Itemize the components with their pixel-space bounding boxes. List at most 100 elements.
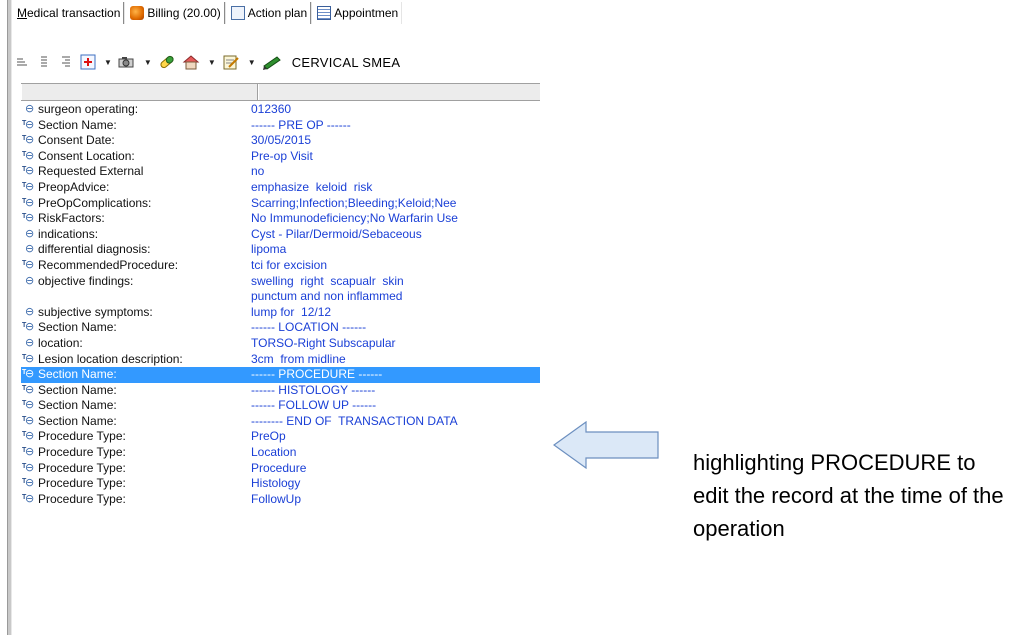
field-value: No Immunodeficiency;No Warfarin Use xyxy=(251,211,458,226)
grid-row[interactable]: T ⊖ Section Name: ------ HISTOLOGY ------ xyxy=(21,383,540,399)
field-value: swelling right scapualr skin punctum and… xyxy=(251,273,404,304)
referral-dropdown[interactable]: ▼ xyxy=(208,58,216,67)
field-icon: ⊖ xyxy=(25,243,35,256)
grid-row[interactable]: T ⊖ Lesion location description: 3cm from m… xyxy=(21,352,540,368)
field-name: Procedure Type: xyxy=(38,491,126,506)
grid-row[interactable]: T ⊖ Requested External no xyxy=(21,164,540,180)
prescribe-button[interactable] xyxy=(158,52,176,72)
appointment-icon xyxy=(317,6,332,20)
transaction-grid[interactable]: ⊖ surgeon operating: 012360 T ⊖ Section Name:… xyxy=(21,83,540,635)
grid-row[interactable]: T ⊖ RecommendedProcedure: tci for excision xyxy=(21,258,540,274)
template-field-icon: T ⊖ xyxy=(22,399,35,412)
field-value: PreOp xyxy=(251,429,286,444)
template-field-icon: T ⊖ xyxy=(22,180,35,193)
field-name: Procedure Type: xyxy=(38,445,126,460)
grid-header-value-column[interactable] xyxy=(258,84,539,100)
field-name: Consent Location: xyxy=(38,148,135,163)
edit-button[interactable] xyxy=(262,52,282,72)
field-value: lump for 12/12 xyxy=(251,304,332,319)
tab-appointment-label: Appointmen xyxy=(334,6,399,20)
tab-billing-label: Billing (20.00) xyxy=(147,6,221,20)
template-field-icon: T ⊖ xyxy=(22,414,35,427)
add-item-dropdown[interactable]: ▼ xyxy=(104,58,112,67)
grid-row[interactable]: T ⊖ Consent Location: Pre-op Visit xyxy=(21,149,540,165)
grid-row[interactable]: ⊖ subjective symptoms: lump for 12/12 xyxy=(21,305,540,321)
template-field-icon: T ⊖ xyxy=(22,258,35,271)
template-field-icon: T ⊖ xyxy=(22,383,35,396)
align-left-button[interactable] xyxy=(14,52,30,72)
billing-icon xyxy=(130,6,145,20)
grid-row[interactable]: T ⊖ Section Name: ------ PRE OP ------ xyxy=(21,118,540,134)
field-icon: ⊖ xyxy=(25,227,35,240)
field-value: ------ PROCEDURE ------ xyxy=(251,367,383,382)
tab-bar: Medical transaction Billing (20.00) Acti… xyxy=(14,0,540,26)
house-icon xyxy=(182,55,200,70)
grid-row[interactable]: T ⊖ Section Name: ------ FOLLOW UP ------ xyxy=(21,398,540,414)
tab-billing[interactable]: Billing (20.00) xyxy=(127,2,225,24)
field-name: PreOpComplications: xyxy=(38,195,152,210)
field-value: TORSO-Right Subscapular xyxy=(251,335,396,350)
scan-dropdown[interactable]: ▼ xyxy=(144,58,152,67)
grid-row[interactable]: ⊖ objective findings: swelling right scapu… xyxy=(21,274,540,305)
field-name: Procedure Type: xyxy=(38,460,126,475)
grid-row[interactable]: ⊖ location: TORSO-Right Subscapular xyxy=(21,336,540,352)
tab-appointment[interactable]: Appointmen xyxy=(314,2,401,24)
field-value: Procedure xyxy=(251,460,307,475)
template-field-icon: T ⊖ xyxy=(22,196,35,209)
field-icon: ⊖ xyxy=(25,336,35,349)
grid-row[interactable]: T ⊖ Procedure Type: FollowUp xyxy=(21,492,540,508)
field-icon: ⊖ xyxy=(25,103,35,115)
template-field-icon: T ⊖ xyxy=(22,446,35,459)
scan-button[interactable] xyxy=(118,52,136,72)
referral-button[interactable] xyxy=(182,52,200,72)
action-plan-icon xyxy=(230,6,245,20)
field-value: ------ PRE OP ------ xyxy=(251,117,351,132)
grid-row[interactable]: ⊖ surgeon operating: 012360 xyxy=(21,102,540,118)
field-value: Cyst - Pilar/Dermoid/Sebaceous xyxy=(251,226,422,241)
grid-row[interactable]: ⊖ indications: Cyst - Pilar/Dermoid/Sebace… xyxy=(21,227,540,243)
align-center-button[interactable] xyxy=(36,52,52,72)
field-name: Lesion location description: xyxy=(38,351,183,366)
tab-action-plan[interactable]: Action plan xyxy=(228,2,312,24)
field-name: Procedure Type: xyxy=(38,429,126,444)
field-name: Section Name: xyxy=(38,117,117,132)
grid-row[interactable]: T ⊖ PreOpComplications: Scarring;Infection;… xyxy=(21,196,540,212)
grid-row[interactable]: ⊖ differential diagnosis: lipoma xyxy=(21,242,540,258)
grid-row[interactable]: T ⊖ Section Name: ------ LOCATION ------ xyxy=(21,320,540,336)
field-name: differential diagnosis: xyxy=(38,242,151,257)
align-right-button[interactable] xyxy=(58,52,74,72)
field-name: objective findings: xyxy=(38,273,134,288)
grid-header xyxy=(21,83,540,101)
add-item-button[interactable] xyxy=(80,52,96,72)
field-name: subjective symptoms: xyxy=(38,304,153,319)
grid-header-name-column[interactable] xyxy=(21,84,258,100)
field-name: Requested External xyxy=(38,164,144,179)
grid-rows: ⊖ surgeon operating: 012360 T ⊖ Section Name:… xyxy=(21,102,540,507)
grid-row[interactable]: T ⊖ RiskFactors: No Immunodeficiency;No War… xyxy=(21,211,540,227)
field-name: surgeon operating: xyxy=(38,102,139,116)
template-field-icon: T ⊖ xyxy=(22,461,35,474)
grid-row[interactable]: T ⊖ Procedure Type: Procedure xyxy=(21,461,540,477)
grid-row[interactable]: T ⊖ Procedure Type: Histology xyxy=(21,476,540,492)
field-value: tci for excision xyxy=(251,257,328,272)
grid-row[interactable]: T ⊖ Section Name: -------- END OF TRANSACTI… xyxy=(21,414,540,430)
field-value: ------ FOLLOW UP ------ xyxy=(251,398,377,413)
grid-row[interactable]: T ⊖ PreopAdvice: emphasize keloid risk xyxy=(21,180,540,196)
grid-row[interactable]: T ⊖ Consent Date: 30/05/2015 xyxy=(21,133,540,149)
field-name: Section Name: xyxy=(38,382,117,397)
grid-row[interactable]: T ⊖ Procedure Type: Location xyxy=(21,445,540,461)
field-value: Pre-op Visit xyxy=(251,148,313,163)
document-button[interactable] xyxy=(222,52,240,72)
field-name: Consent Date: xyxy=(38,133,115,148)
field-name: RiskFactors: xyxy=(38,211,105,226)
grid-row[interactable]: T ⊖ Procedure Type: PreOp xyxy=(21,429,540,445)
align-right-icon xyxy=(62,56,70,67)
tab-medical-transaction[interactable]: Medical transaction xyxy=(14,2,125,24)
annotation-text: highlighting PROCEDURE to edit the recor… xyxy=(693,450,1004,541)
document-dropdown[interactable]: ▼ xyxy=(248,58,256,67)
toolbar-title: CERVICAL SMEA xyxy=(291,54,401,70)
grid-row-selected[interactable]: T ⊖ Section Name: ------ PROCEDURE ------ xyxy=(21,367,540,383)
field-value: no xyxy=(251,164,265,179)
align-left-icon xyxy=(17,58,27,66)
window-left-border xyxy=(7,0,12,635)
